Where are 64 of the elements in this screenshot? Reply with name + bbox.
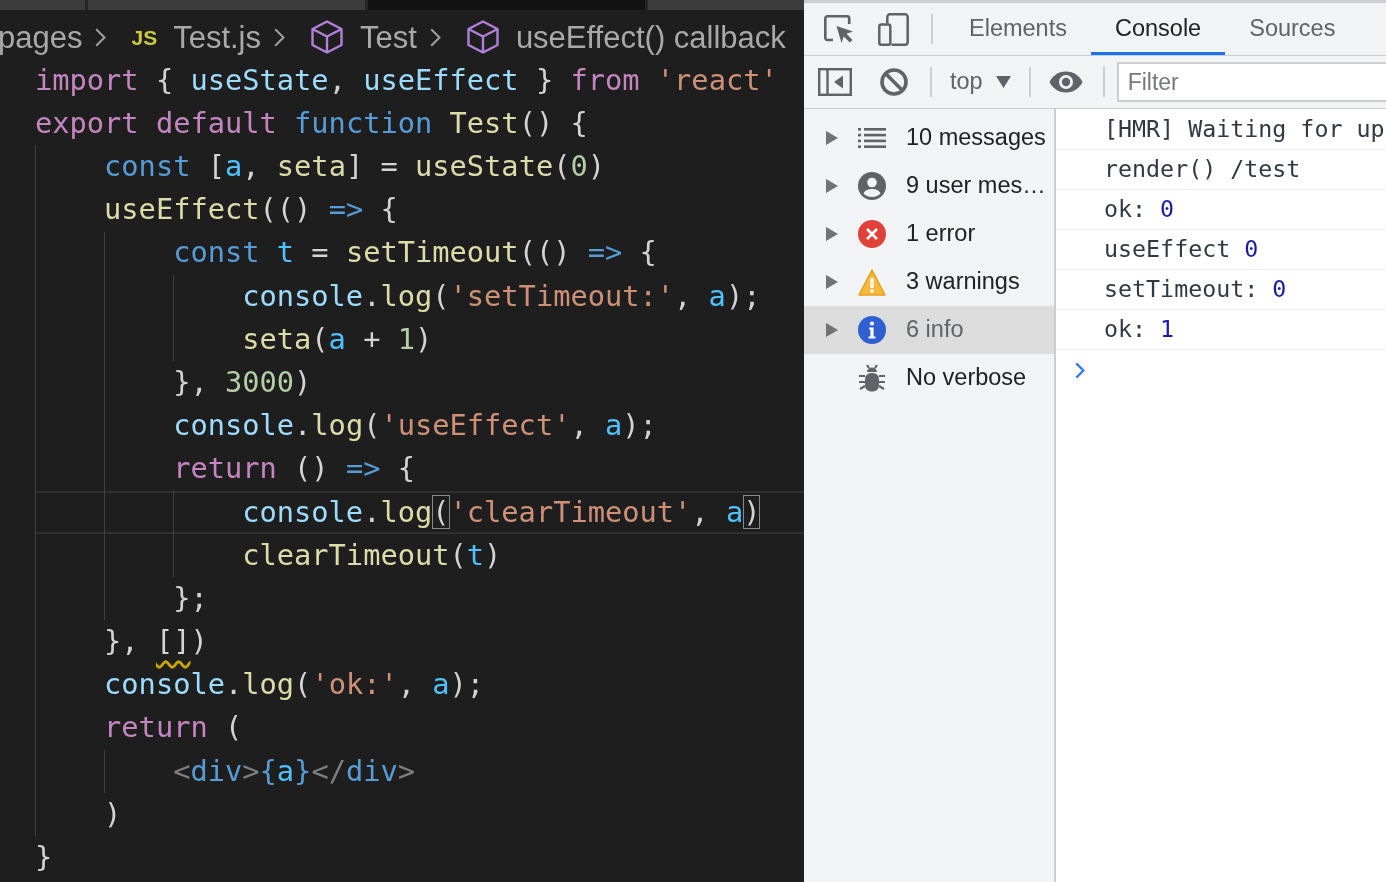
info-icon (858, 316, 886, 344)
breadcrumb-item[interactable]: useEffect() callback (465, 20, 786, 54)
breadcrumb-item[interactable]: JS Test.js (131, 21, 261, 53)
code-line: const t = setTimeout(() => { (173, 235, 657, 272)
sidebar-item[interactable]: 3 warnings (804, 258, 1054, 306)
sidebar-item[interactable]: 10 messages (804, 114, 1054, 162)
code-line: <div>{a}</div> (173, 753, 416, 790)
console-message: [HMR] Waiting for up (1104, 113, 1385, 144)
caret-icon (995, 76, 1011, 88)
inspect-icon[interactable] (824, 15, 854, 43)
code-line: }, 3000) (173, 364, 312, 401)
expand-triangle-icon[interactable] (826, 323, 838, 337)
code-line: import { useState, useEffect } from 'react' (35, 62, 778, 99)
expand-triangle-icon[interactable] (826, 275, 838, 289)
code-line: const [a, seta] = useState(0) (104, 149, 606, 185)
code-line: clearTimeout(t) (242, 537, 502, 574)
warning-icon (858, 268, 886, 296)
expand-triangle-icon[interactable] (826, 179, 838, 193)
console-message: ok: 0 (1104, 194, 1175, 225)
list-icon (858, 128, 886, 148)
sidebar-toggle-icon[interactable] (818, 68, 852, 96)
error-icon (858, 220, 886, 248)
devtools-tab[interactable]: Sources (1225, 3, 1360, 55)
code-line: console.log('setTimeout:', a); (242, 278, 761, 315)
cube-icon (310, 20, 344, 54)
sidebar-item[interactable]: 6 info (804, 306, 1054, 354)
console-message: render() /test (1104, 154, 1301, 185)
user-icon (858, 172, 886, 200)
prompt-chevron-icon (1075, 361, 1085, 379)
breadcrumb-item[interactable]: pages (0, 21, 83, 53)
devtools-tab[interactable]: Console (1090, 3, 1226, 55)
code-line: console.log('useEffect', a); (173, 408, 657, 445)
code-line: seta(a + 1) (242, 321, 433, 358)
code-line: console.log('clearTimeout', a) (242, 494, 761, 531)
code-line: export default function Test() { (35, 105, 588, 142)
device-icon[interactable] (878, 12, 909, 46)
console-message: ok: 1 (1104, 314, 1175, 345)
code-line: return ( (104, 710, 243, 747)
context-selector[interactable]: top (950, 64, 1011, 100)
console-message: setTimeout: 0 (1104, 274, 1287, 305)
code-line: } (35, 840, 53, 876)
code-line: useEffect(() => { (104, 192, 398, 229)
code-line: return () => { (173, 451, 415, 488)
code-line: ) (104, 796, 122, 833)
chevron-right-icon (274, 27, 285, 47)
filter-input[interactable]: Filter (1116, 62, 1386, 102)
circle-slash-icon[interactable] (880, 68, 908, 96)
file-type-label: JS (131, 26, 158, 48)
expand-triangle-icon[interactable] (826, 131, 838, 145)
sidebar-item[interactable]: 1 error (804, 210, 1054, 258)
code-line: }; (173, 580, 208, 617)
console-message: useEffect 0 (1104, 234, 1259, 265)
cube-icon (465, 20, 500, 54)
breadcrumb-item[interactable]: Test (310, 20, 417, 54)
code-line: console.log('ok:', a); (104, 667, 485, 704)
expand-triangle-icon[interactable] (826, 227, 838, 241)
eye-icon[interactable] (1048, 71, 1083, 93)
sidebar-item[interactable]: No verbose (804, 354, 1054, 402)
code-line: }, []) (104, 624, 208, 660)
bug-icon (858, 364, 886, 392)
chevron-right-icon (95, 27, 107, 47)
chevron-right-icon (429, 27, 441, 47)
sidebar-item[interactable]: 9 user mes… (804, 162, 1054, 210)
devtools-tab[interactable]: Elements (945, 3, 1091, 55)
